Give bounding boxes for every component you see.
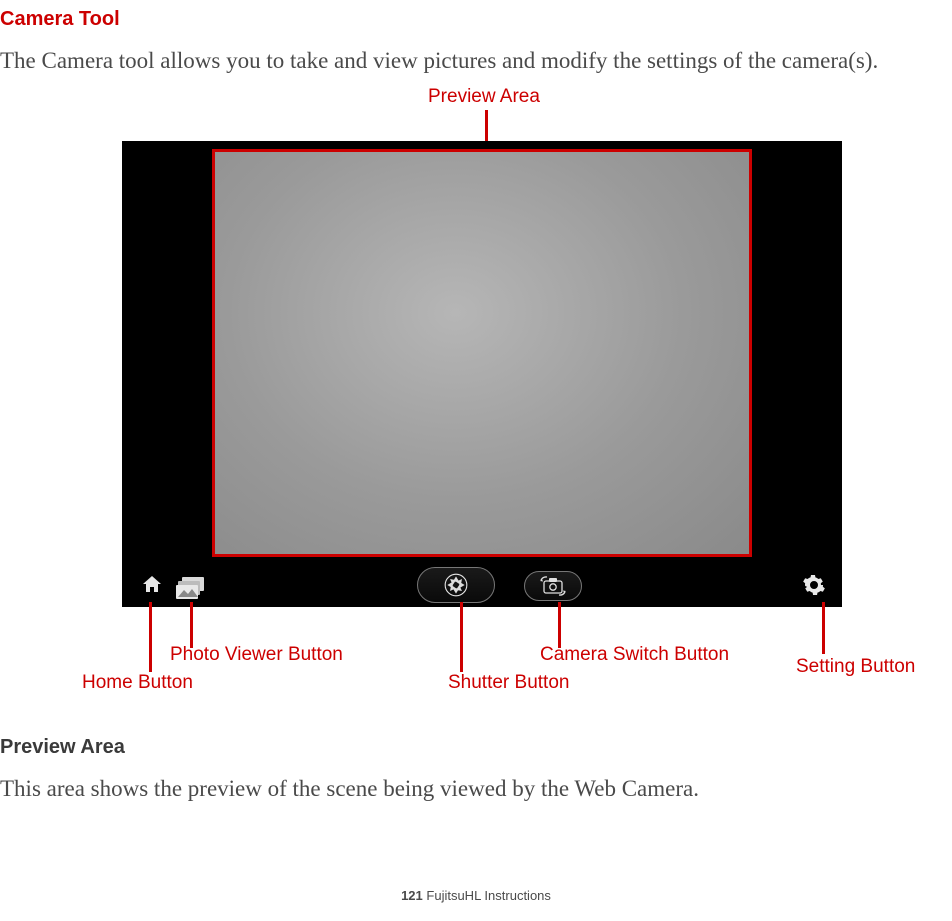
- camera-switch-icon: [538, 576, 568, 596]
- section-heading: Camera Tool: [0, 8, 120, 31]
- page-number: 121: [401, 888, 423, 903]
- callout-preview-area: Preview Area: [428, 86, 540, 108]
- shutter-icon: [443, 572, 469, 598]
- camera-tool-screenshot: [122, 141, 842, 607]
- subsection-heading: Preview Area: [0, 736, 125, 759]
- annotated-diagram: Preview Area: [0, 86, 952, 726]
- intro-text: The Camera tool allows you to take and v…: [0, 48, 878, 74]
- callout-setting-button: Setting Button: [796, 656, 915, 678]
- footer-label: FujitsuHL Instructions: [423, 888, 551, 903]
- shutter-button[interactable]: [417, 567, 495, 603]
- setting-button[interactable]: [800, 571, 828, 599]
- leader-setting-button: [822, 602, 825, 654]
- toolbar: [122, 563, 842, 607]
- page-footer: 121 FujitsuHL Instructions: [0, 888, 952, 903]
- home-button[interactable]: [138, 571, 166, 599]
- leader-shutter-button: [460, 602, 463, 672]
- leader-home-button: [149, 602, 152, 672]
- callout-home-button: Home Button: [82, 672, 193, 694]
- leader-camera-switch-button: [558, 602, 561, 648]
- gear-icon: [802, 573, 826, 597]
- callout-photo-viewer-button: Photo Viewer Button: [170, 644, 343, 666]
- subsection-text: This area shows the preview of the scene…: [0, 776, 699, 802]
- photo-viewer-button[interactable]: [174, 575, 208, 601]
- leader-photo-viewer-button: [190, 602, 193, 648]
- callout-camera-switch-button: Camera Switch Button: [540, 644, 729, 666]
- photo-viewer-icon: [176, 577, 206, 599]
- preview-area: [212, 149, 752, 557]
- callout-shutter-button: Shutter Button: [448, 672, 569, 694]
- home-icon: [140, 573, 164, 597]
- camera-switch-button[interactable]: [524, 571, 582, 601]
